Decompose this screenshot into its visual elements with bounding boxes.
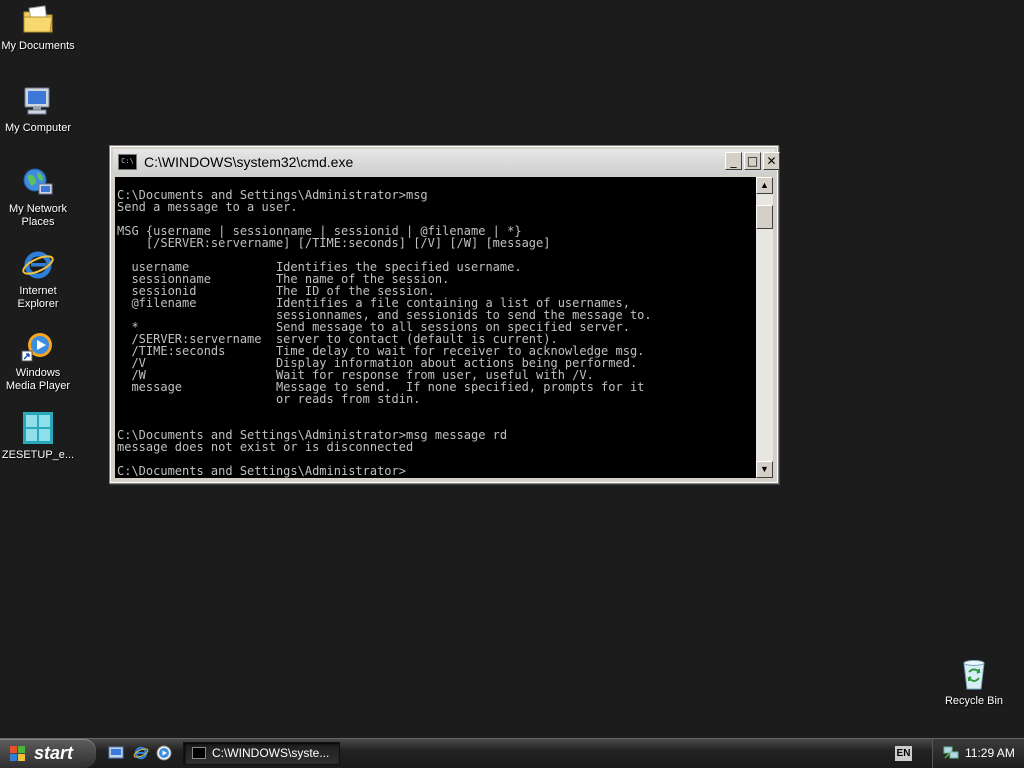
internet-explorer-icon <box>21 248 55 282</box>
desktop-icon-windows-media-player[interactable]: Windows Media Player <box>0 330 76 393</box>
start-label: start <box>34 743 74 763</box>
desktop-icon-label: ZESETUP_e... <box>1 449 75 461</box>
scroll-thumb[interactable] <box>756 205 773 229</box>
desktop-icon-label: My Network Places <box>8 203 68 228</box>
recycle-bin-icon <box>957 658 991 692</box>
clock: 11:29 AM <box>965 746 1015 760</box>
quicklaunch-internet-explorer-icon[interactable] <box>133 745 149 761</box>
start-button[interactable]: start <box>0 739 96 768</box>
language-indicator[interactable]: EN <box>895 746 912 761</box>
setup-package-icon <box>21 412 55 446</box>
minimize-button[interactable]: _ <box>725 152 742 170</box>
cmd-icon: C:\ <box>118 154 137 170</box>
cmd-icon <box>192 747 206 759</box>
maximize-button[interactable]: □ <box>744 152 761 170</box>
media-player-icon <box>21 330 55 364</box>
desktop-icon-label: Windows Media Player <box>5 367 71 392</box>
desktop-icon-recycle-bin[interactable]: Recycle Bin <box>936 658 1012 708</box>
vertical-scrollbar[interactable]: ▲ ▼ <box>756 177 773 478</box>
console-output[interactable]: C:\Documents and Settings\Administrator>… <box>115 177 756 478</box>
desktop-icon-label: My Documents <box>1 40 75 52</box>
taskbar-cmd-button[interactable]: C:\WINDOWS\syste... <box>183 742 340 765</box>
desktop-icon-label: My Computer <box>4 122 72 134</box>
desktop-icon-my-computer[interactable]: My Computer <box>0 85 76 135</box>
network-globe-icon <box>21 166 55 200</box>
desktop-icon-internet-explorer[interactable]: Internet Explorer <box>0 248 76 311</box>
network-connection-icon[interactable] <box>943 746 959 760</box>
console-line: Send a message to a user. <box>117 200 298 214</box>
system-tray: 11:29 AM <box>932 739 1024 768</box>
computer-icon <box>21 85 55 119</box>
scroll-up-button[interactable]: ▲ <box>756 177 773 194</box>
folder-icon <box>21 3 55 37</box>
window-title: C:\WINDOWS\system32\cmd.exe <box>144 154 354 170</box>
desktop-icon-my-network-places[interactable]: My Network Places <box>0 166 76 229</box>
desktop-icon-my-documents[interactable]: My Documents <box>0 3 76 53</box>
quicklaunch-show-desktop-icon[interactable] <box>108 745 124 761</box>
taskbar-button-label: C:\WINDOWS\syste... <box>212 746 330 760</box>
close-button[interactable]: ✕ <box>763 152 780 170</box>
desktop-icon-label: Recycle Bin <box>944 695 1004 707</box>
desktop-icon-label: Internet Explorer <box>17 285 59 310</box>
windows-flag-icon <box>10 746 26 762</box>
window-titlebar[interactable]: C:\ C:\WINDOWS\system32\cmd.exe _ □ ✕ <box>113 149 780 175</box>
desktop-icon-zesetup[interactable]: ZESETUP_e... <box>0 412 76 462</box>
quicklaunch-media-player-icon[interactable] <box>156 745 172 761</box>
scroll-down-button[interactable]: ▼ <box>756 461 773 478</box>
cmd-window[interactable]: C:\ C:\WINDOWS\system32\cmd.exe _ □ ✕ C:… <box>110 146 780 483</box>
console-line: [/SERVER:servername] [/TIME:seconds] [/V… <box>117 236 551 250</box>
taskbar: start C:\WINDOWS\syste... EN 11:29 AM <box>0 738 1024 768</box>
console-line: message does not exist or is disconnecte… <box>117 440 414 454</box>
console-line: C:\Documents and Settings\Administrator> <box>117 464 406 478</box>
console-line: or reads from stdin. <box>117 392 421 406</box>
